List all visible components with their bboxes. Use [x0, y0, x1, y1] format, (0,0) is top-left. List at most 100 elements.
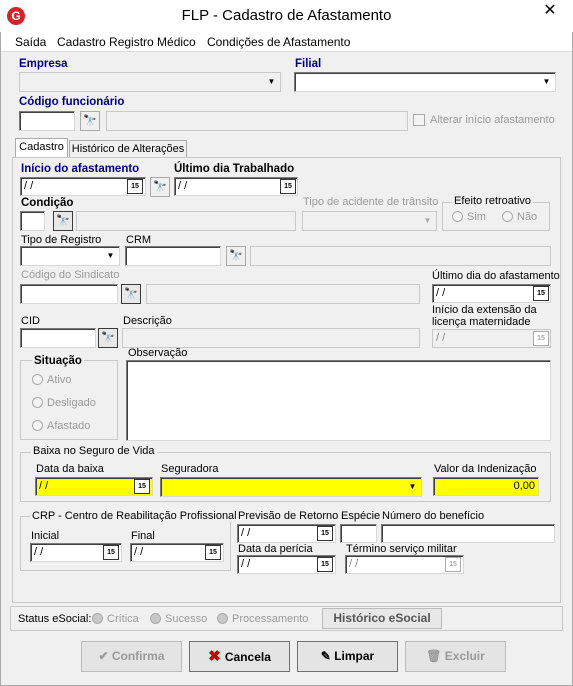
filial-label: Filial — [295, 58, 322, 70]
binoculars-icon[interactable]: 🔭 — [121, 284, 141, 304]
menu-cadastro-registro-medico[interactable]: Cadastro Registro Médico — [57, 35, 196, 49]
calendar-icon[interactable]: 15 — [205, 545, 221, 560]
esocial-sucesso-radio: Sucesso — [150, 613, 207, 625]
chevron-down-icon[interactable]: ▼ — [264, 74, 279, 90]
previsao-retorno-label: Previsão de Retorno — [238, 510, 339, 522]
cid-label: CID — [21, 315, 40, 327]
efeito-sim-label: Sim — [467, 211, 486, 223]
chevron-down-icon[interactable]: ▼ — [405, 479, 420, 495]
crp-label: CRP - Centro de Reabilitação Profissiona… — [30, 510, 239, 522]
situacao-afastado-radio[interactable]: Afastado — [32, 420, 90, 432]
situacao-ativo-radio[interactable]: Ativo — [32, 374, 71, 386]
binoculars-icon[interactable]: 🔭 — [150, 177, 170, 197]
calendar-icon[interactable]: 15 — [280, 179, 296, 194]
calendar-icon[interactable]: 15 — [445, 557, 461, 572]
window-title: FLP - Cadastro de Afastamento — [181, 7, 392, 24]
cid-descricao-field — [122, 328, 420, 348]
efeito-nao-label: Não — [517, 211, 538, 223]
esocial-sucesso-label: Sucesso — [165, 613, 208, 625]
confirma-label: Confirma — [111, 649, 165, 663]
cancela-button[interactable]: ✖ Cancela — [189, 641, 290, 672]
empresa-select[interactable] — [19, 72, 281, 92]
excluir-button[interactable]: 🗑 Excluir — [405, 641, 506, 672]
tipo-registro-label: Tipo de Registro — [21, 234, 102, 246]
data-baixa-label: Data da baixa — [36, 463, 104, 475]
calendar-icon[interactable]: 15 — [533, 331, 549, 346]
tab-cadastro[interactable]: Cadastro — [15, 138, 68, 158]
excluir-label: Excluir — [444, 649, 485, 663]
alterar-inicio-checkbox[interactable] — [413, 114, 425, 126]
calendar-icon[interactable]: 15 — [103, 545, 119, 560]
esocial-status-label: Status eSocial: — [18, 613, 92, 625]
esocial-critica-label: Crítica — [107, 613, 139, 625]
calendar-icon[interactable]: 15 — [127, 179, 143, 194]
situacao-label: Situação — [32, 355, 84, 367]
crp-final-label: Final — [131, 530, 155, 542]
tipo-acidente-label: Tipo de acidente de trânsito — [303, 196, 439, 208]
trash-icon: 🗑 — [426, 649, 445, 663]
seguradora-select[interactable] — [160, 477, 422, 497]
limpar-label: Limpar — [334, 649, 375, 663]
chevron-down-icon[interactable]: ▼ — [539, 74, 554, 90]
cid-input[interactable] — [20, 328, 96, 348]
check-icon: ✔ — [98, 649, 112, 663]
observacao-textarea[interactable] — [126, 360, 551, 441]
esocial-critica-radio: Crítica — [92, 613, 139, 625]
chevron-down-icon[interactable]: ▼ — [420, 213, 435, 229]
observacao-label: Observação — [128, 347, 188, 359]
calendar-icon[interactable]: 15 — [533, 286, 549, 301]
calendar-icon[interactable]: 15 — [317, 526, 333, 541]
binoculars-icon[interactable]: 🔭 — [98, 328, 118, 348]
crm-input[interactable] — [125, 246, 221, 266]
numero-beneficio-input[interactable] — [381, 524, 555, 543]
eraser-icon: ✎ — [320, 649, 335, 663]
efeito-retroativo-label: Efeito retroativo — [452, 195, 534, 207]
numero-beneficio-label: Número do benefício — [382, 510, 485, 522]
inicio-afastamento-label: Início do afastamento — [21, 163, 140, 175]
valor-indenizacao-label: Valor da Indenização — [434, 463, 537, 475]
historico-esocial-button[interactable]: Histórico eSocial — [322, 608, 442, 629]
ultimo-dia-trabalhado-label: Último dia Trabalhado — [174, 163, 295, 175]
chevron-down-icon[interactable]: ▼ — [103, 248, 118, 264]
binoculars-icon[interactable]: 🔭 — [80, 111, 100, 131]
confirma-button[interactable]: ✔ Confirma — [81, 641, 182, 672]
filial-select[interactable] — [294, 72, 556, 92]
binoculars-icon[interactable]: 🔭 — [53, 211, 73, 231]
codigo-funcionario-label: Código funcionário — [19, 96, 125, 108]
limpar-button[interactable]: ✎ Limpar — [297, 641, 398, 672]
condicao-input[interactable] — [20, 211, 45, 231]
calendar-icon[interactable]: 15 — [317, 557, 333, 572]
tab-historico-alteracoes[interactable]: Histórico de Alterações — [69, 140, 187, 158]
cancela-label: Cancela — [224, 650, 271, 664]
termino-servico-militar-label: Término serviço militar — [346, 543, 457, 555]
situacao-desligado-radio[interactable]: Desligado — [32, 397, 96, 409]
codigo-sindicato-input[interactable] — [20, 284, 118, 304]
codigo-funcionario-input[interactable] — [19, 111, 75, 131]
close-window-button[interactable]: ✕ — [530, 0, 570, 22]
empresa-label: Empresa — [19, 58, 68, 70]
especie-label: Espécie — [341, 510, 381, 522]
licenca-label-1: Início da extensão da — [432, 304, 537, 316]
efeito-sim-radio[interactable]: Sim — [452, 211, 486, 223]
valor-indenizacao-input[interactable]: 0,00 — [433, 477, 539, 496]
sindicato-nome-field — [146, 284, 420, 304]
situacao-ativo-label: Ativo — [47, 374, 72, 386]
licenca-label-2: licença maternidade — [432, 316, 531, 328]
ultimo-dia-afastamento-label: Último dia do afastamento — [432, 270, 560, 282]
condicao-descricao-field — [76, 211, 296, 231]
binoculars-icon[interactable]: 🔭 — [226, 246, 246, 266]
especie-input[interactable] — [340, 524, 377, 543]
calendar-icon[interactable]: 15 — [134, 479, 150, 494]
crm-nome-field — [250, 246, 551, 266]
menu-saida[interactable]: Saída — [15, 35, 46, 49]
seguradora-label: Seguradora — [161, 463, 219, 475]
crm-label: CRM — [126, 234, 152, 246]
crp-inicial-label: Inicial — [31, 530, 60, 542]
close-icon: ✖ — [208, 648, 225, 665]
situacao-afastado-label: Afastado — [47, 420, 91, 432]
esocial-processamento-radio: Processamento — [217, 613, 308, 625]
menu-condicoes-afastamento[interactable]: Condições de Afastamento — [207, 35, 350, 49]
efeito-nao-radio[interactable]: Não — [502, 211, 537, 223]
tipo-acidente-select[interactable] — [302, 211, 437, 231]
codigo-sindicato-label: Código do Sindicato — [21, 269, 120, 281]
